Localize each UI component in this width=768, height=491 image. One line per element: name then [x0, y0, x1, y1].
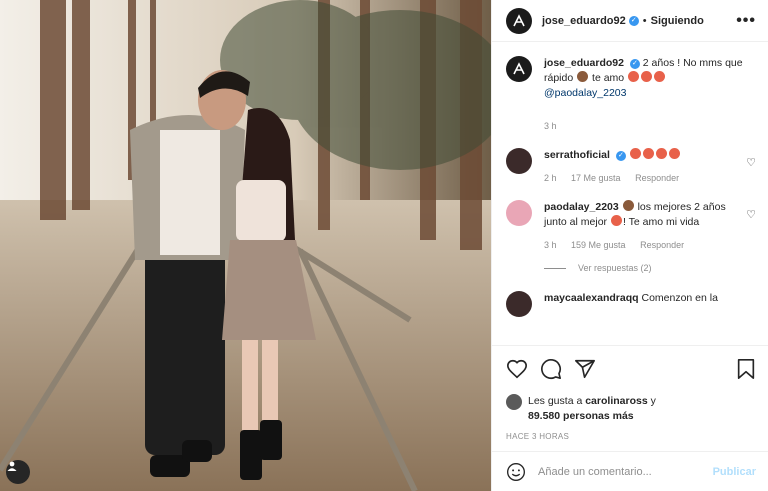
heart-eyes-emoji-icon: [610, 215, 622, 226]
emoji-icon[interactable]: [506, 462, 526, 482]
comment-item: paodalay_2203 los mejores 2 años junto a…: [506, 200, 756, 253]
author-username[interactable]: jose_eduardo92: [542, 15, 626, 27]
commenter-username[interactable]: paodalay_2203: [544, 201, 619, 213]
heart-eyes-emoji-icon: [641, 71, 653, 82]
commenter-avatar[interactable]: [506, 291, 532, 317]
likes-suffix: y: [650, 395, 656, 407]
caption-text-2: te amo: [592, 72, 625, 84]
likes-prefix: Les gusta a: [528, 395, 583, 407]
verified-badge-icon: ✓: [628, 15, 639, 26]
couple-railway-photo: [0, 0, 491, 491]
author-avatar[interactable]: [506, 7, 532, 34]
post-header: jose_eduardo92 ✓ • Siguiendo •••: [492, 0, 768, 42]
commenter-avatar[interactable]: [506, 200, 532, 226]
comments-list[interactable]: jose_eduardo92 ✓ 2 años ! No mms que ráp…: [492, 56, 768, 344]
comment-input[interactable]: [538, 465, 713, 478]
heart-eyes-emoji-icon: [629, 148, 641, 159]
commenter-avatar[interactable]: [506, 148, 532, 174]
replies-line: [544, 267, 566, 269]
post-side-panel: jose_eduardo92 ✓ • Siguiendo ••• jose_ed…: [491, 0, 768, 491]
likes-summary: Les gusta a carolinaross y 89.580 person…: [506, 394, 756, 424]
comment-text-2: ! Te amo mi vida: [622, 216, 700, 228]
comment-text: Comenzon en la: [641, 292, 718, 304]
view-replies-button[interactable]: Ver respuestas (2): [544, 263, 756, 273]
see-no-evil-monkey-icon: [622, 200, 634, 211]
like-comment-heart-icon[interactable]: ♡: [746, 156, 756, 169]
heart-eyes-emoji-icon: [654, 71, 666, 82]
following-button[interactable]: Siguiendo: [651, 15, 704, 27]
publish-button[interactable]: Publicar: [713, 466, 756, 478]
caption-avatar[interactable]: [506, 56, 532, 82]
post-actions: Les gusta a carolinaross y 89.580 person…: [492, 345, 768, 441]
more-options-icon[interactable]: •••: [736, 12, 756, 30]
heart-eyes-emoji-icon: [655, 148, 667, 159]
liker-avatar[interactable]: [506, 394, 522, 410]
separator-dot: •: [642, 14, 647, 27]
comment-likes[interactable]: 17 Me gusta: [571, 173, 621, 183]
share-icon[interactable]: [574, 358, 596, 380]
caption: jose_eduardo92 ✓ 2 años ! No mms que ráp…: [506, 56, 756, 134]
add-comment-bar: Publicar: [492, 451, 768, 491]
heart-eyes-emoji-icon: [668, 148, 680, 159]
likes-count[interactable]: 89.580 personas más: [528, 410, 634, 422]
bookmark-icon[interactable]: [736, 358, 756, 380]
verified-badge-icon: ✓: [629, 59, 640, 69]
comment-icon[interactable]: [540, 358, 562, 380]
caption-time[interactable]: 3 h: [544, 121, 557, 131]
comment-item: maycaalexandraqq Comenzon en la: [506, 291, 756, 317]
caption-mention[interactable]: @paodalay_2203: [544, 87, 626, 99]
caption-username[interactable]: jose_eduardo92: [544, 57, 624, 69]
reply-button[interactable]: Responder: [635, 173, 679, 183]
like-comment-heart-icon[interactable]: ♡: [746, 208, 756, 221]
verified-badge-icon: ✓: [615, 151, 626, 161]
liker-username[interactable]: carolinaross: [585, 395, 647, 407]
comment-item: serrathoficial ✓ 2 h 17 Me gusta Respond…: [506, 148, 756, 186]
reply-button[interactable]: Responder: [640, 240, 684, 250]
heart-eyes-emoji-icon: [628, 71, 640, 82]
commenter-username[interactable]: serrathoficial: [544, 149, 610, 161]
view-replies-label: Ver respuestas (2): [578, 263, 652, 273]
heart-eyes-emoji-icon: [642, 148, 654, 159]
post-timestamp[interactable]: HACE 3 HORAS: [506, 432, 756, 441]
post-photo[interactable]: [0, 0, 491, 491]
comment-time[interactable]: 3 h: [544, 240, 557, 250]
user-tag-icon[interactable]: [6, 460, 30, 484]
heart-icon[interactable]: [506, 358, 528, 380]
see-no-evil-monkey-icon: [577, 71, 589, 82]
comment-time[interactable]: 2 h: [544, 173, 557, 183]
commenter-username[interactable]: maycaalexandraqq: [544, 292, 639, 304]
comment-likes[interactable]: 159 Me gusta: [571, 240, 626, 250]
